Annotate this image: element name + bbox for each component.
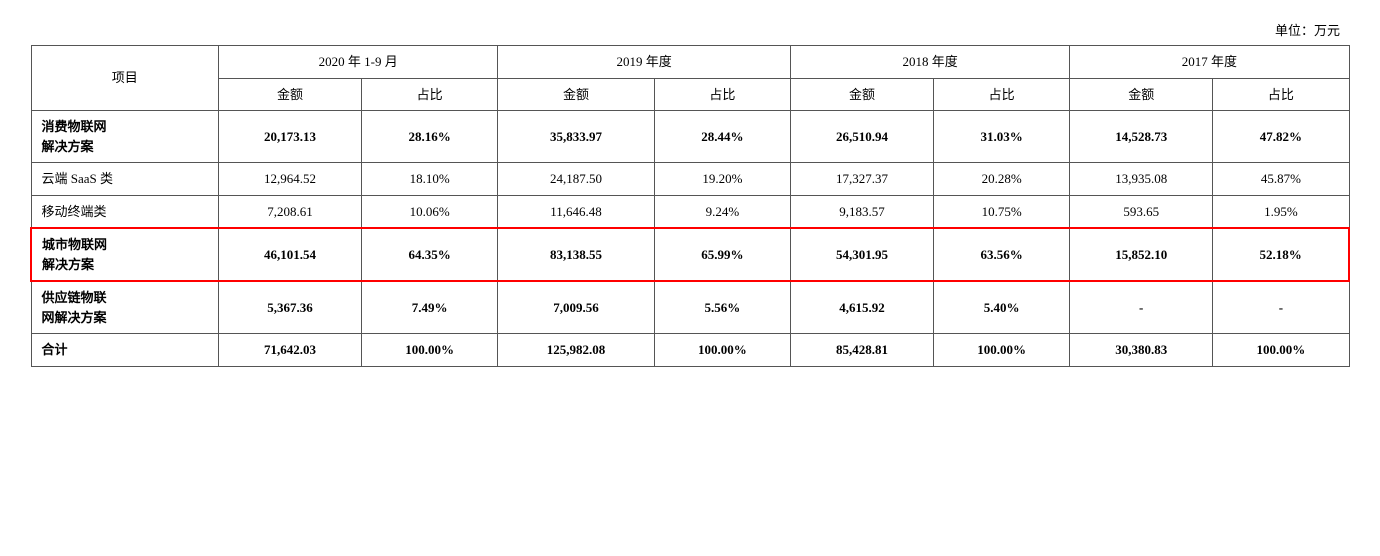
cell-r3-c1: 7,208.61 bbox=[219, 195, 362, 228]
cell-r3-c7: 593.65 bbox=[1070, 195, 1213, 228]
cell-r4-c4: 65.99% bbox=[654, 228, 790, 281]
sub-amount-4: 金额 bbox=[1070, 78, 1213, 111]
cell-r2-c2: 18.10% bbox=[362, 163, 498, 196]
cell-r5-c2: 7.49% bbox=[362, 281, 498, 334]
cell-r2-c5: 17,327.37 bbox=[791, 163, 934, 196]
sub-amount-2: 金额 bbox=[498, 78, 654, 111]
sub-ratio-1: 占比 bbox=[362, 78, 498, 111]
row-item-5: 供应链物联 网解决方案 bbox=[31, 281, 219, 334]
table-wrapper: 项目 2020 年 1-9 月 2019 年度 2018 年度 2017 年度 … bbox=[30, 45, 1350, 367]
cell-r2-c4: 19.20% bbox=[654, 163, 790, 196]
cell-r1-c1: 20,173.13 bbox=[219, 111, 362, 163]
unit-label: 单位：万元 bbox=[30, 20, 1350, 39]
data-table: 项目 2020 年 1-9 月 2019 年度 2018 年度 2017 年度 … bbox=[30, 45, 1350, 367]
cell-r3-c5: 9,183.57 bbox=[791, 195, 934, 228]
cell-r3-c3: 11,646.48 bbox=[498, 195, 654, 228]
cell-r2-c6: 20.28% bbox=[933, 163, 1069, 196]
cell-r1-c5: 26,510.94 bbox=[791, 111, 934, 163]
header-2018: 2018 年度 bbox=[791, 46, 1070, 79]
cell-r4-c6: 63.56% bbox=[933, 228, 1069, 281]
cell-r6-c5: 85,428.81 bbox=[791, 334, 934, 367]
cell-r6-c8: 100.00% bbox=[1213, 334, 1349, 367]
cell-r2-c1: 12,964.52 bbox=[219, 163, 362, 196]
cell-r1-c4: 28.44% bbox=[654, 111, 790, 163]
cell-r3-c4: 9.24% bbox=[654, 195, 790, 228]
cell-r1-c6: 31.03% bbox=[933, 111, 1069, 163]
cell-r6-c2: 100.00% bbox=[362, 334, 498, 367]
cell-r3-c6: 10.75% bbox=[933, 195, 1069, 228]
sub-ratio-4: 占比 bbox=[1213, 78, 1349, 111]
table-row-6: 合计71,642.03100.00%125,982.08100.00%85,42… bbox=[31, 334, 1349, 367]
sub-header-row: 金额 占比 金额 占比 金额 占比 金额 占比 bbox=[31, 78, 1349, 111]
cell-r4-c8: 52.18% bbox=[1213, 228, 1349, 281]
sub-amount-1: 金额 bbox=[219, 78, 362, 111]
cell-r5-c7: - bbox=[1070, 281, 1213, 334]
cell-r6-c1: 71,642.03 bbox=[219, 334, 362, 367]
row-item-2: 云端 SaaS 类 bbox=[31, 163, 219, 196]
cell-r3-c2: 10.06% bbox=[362, 195, 498, 228]
cell-r2-c3: 24,187.50 bbox=[498, 163, 654, 196]
cell-r5-c6: 5.40% bbox=[933, 281, 1069, 334]
cell-r6-c4: 100.00% bbox=[654, 334, 790, 367]
sub-amount-3: 金额 bbox=[791, 78, 934, 111]
cell-r5-c5: 4,615.92 bbox=[791, 281, 934, 334]
cell-r1-c7: 14,528.73 bbox=[1070, 111, 1213, 163]
cell-r4-c3: 83,138.55 bbox=[498, 228, 654, 281]
cell-r4-c1: 46,101.54 bbox=[219, 228, 362, 281]
header-2019: 2019 年度 bbox=[498, 46, 791, 79]
cell-r1-c8: 47.82% bbox=[1213, 111, 1349, 163]
cell-r1-c2: 28.16% bbox=[362, 111, 498, 163]
cell-r6-c7: 30,380.83 bbox=[1070, 334, 1213, 367]
table-row-1: 消费物联网 解决方案20,173.1328.16%35,833.9728.44%… bbox=[31, 111, 1349, 163]
table-row-3: 移动终端类7,208.6110.06%11,646.489.24%9,183.5… bbox=[31, 195, 1349, 228]
cell-r3-c8: 1.95% bbox=[1213, 195, 1349, 228]
table-row-4: 城市物联网 解决方案46,101.5464.35%83,138.5565.99%… bbox=[31, 228, 1349, 281]
sub-ratio-2: 占比 bbox=[654, 78, 790, 111]
cell-r5-c3: 7,009.56 bbox=[498, 281, 654, 334]
cell-r1-c3: 35,833.97 bbox=[498, 111, 654, 163]
cell-r2-c8: 45.87% bbox=[1213, 163, 1349, 196]
cell-r5-c1: 5,367.36 bbox=[219, 281, 362, 334]
cell-r4-c7: 15,852.10 bbox=[1070, 228, 1213, 281]
cell-r2-c7: 13,935.08 bbox=[1070, 163, 1213, 196]
col-item-header: 项目 bbox=[31, 46, 219, 111]
table-row-2: 云端 SaaS 类12,964.5218.10%24,187.5019.20%1… bbox=[31, 163, 1349, 196]
sub-ratio-3: 占比 bbox=[933, 78, 1069, 111]
cell-r5-c8: - bbox=[1213, 281, 1349, 334]
row-item-3: 移动终端类 bbox=[31, 195, 219, 228]
table-row-5: 供应链物联 网解决方案5,367.367.49%7,009.565.56%4,6… bbox=[31, 281, 1349, 334]
row-item-6: 合计 bbox=[31, 334, 219, 367]
row-item-1: 消费物联网 解决方案 bbox=[31, 111, 219, 163]
cell-r4-c2: 64.35% bbox=[362, 228, 498, 281]
cell-r5-c4: 5.56% bbox=[654, 281, 790, 334]
header-2020: 2020 年 1-9 月 bbox=[219, 46, 498, 79]
header-row: 项目 2020 年 1-9 月 2019 年度 2018 年度 2017 年度 bbox=[31, 46, 1349, 79]
cell-r6-c3: 125,982.08 bbox=[498, 334, 654, 367]
cell-r6-c6: 100.00% bbox=[933, 334, 1069, 367]
cell-r4-c5: 54,301.95 bbox=[791, 228, 934, 281]
header-2017: 2017 年度 bbox=[1070, 46, 1349, 79]
row-item-4: 城市物联网 解决方案 bbox=[31, 228, 219, 281]
